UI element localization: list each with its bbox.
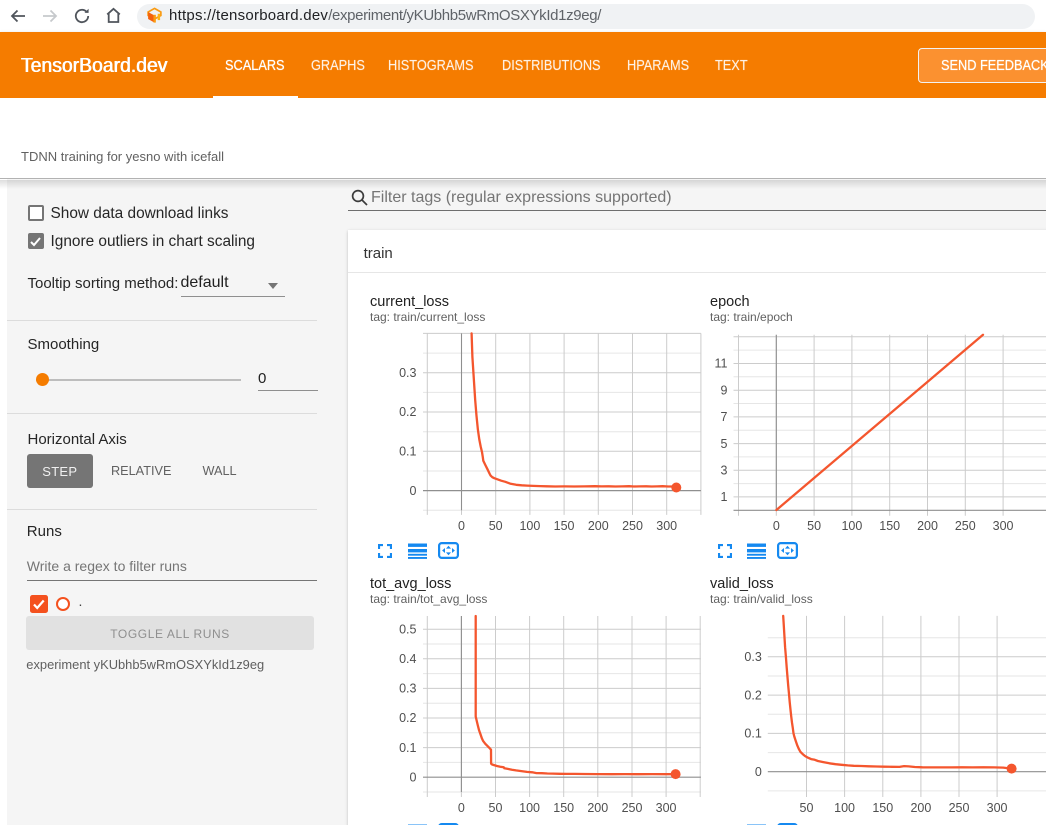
svg-text:100: 100	[519, 519, 540, 533]
svg-text:0.3: 0.3	[399, 366, 416, 380]
svg-text:300: 300	[656, 801, 677, 815]
svg-text:100: 100	[519, 801, 540, 815]
svg-text:0.4: 0.4	[399, 652, 416, 666]
svg-text:200: 200	[588, 519, 609, 533]
svg-text:250: 250	[955, 519, 976, 533]
svg-text:200: 200	[917, 519, 938, 533]
svg-text:9: 9	[721, 383, 728, 397]
svg-text:3: 3	[721, 463, 728, 477]
svg-text:200: 200	[587, 801, 608, 815]
svg-text:1: 1	[721, 490, 728, 504]
svg-text:0.5: 0.5	[399, 622, 416, 636]
svg-text:50: 50	[489, 801, 503, 815]
svg-text:0.2: 0.2	[744, 688, 761, 702]
svg-text:200: 200	[910, 801, 931, 815]
svg-text:0.2: 0.2	[399, 711, 416, 725]
svg-text:50: 50	[489, 519, 503, 533]
svg-text:0.3: 0.3	[744, 650, 761, 664]
svg-text:11: 11	[715, 357, 728, 371]
svg-text:250: 250	[622, 801, 643, 815]
svg-text:100: 100	[834, 801, 855, 815]
svg-text:0: 0	[410, 484, 417, 498]
svg-text:50: 50	[807, 519, 821, 533]
svg-text:0.3: 0.3	[399, 682, 416, 696]
svg-text:150: 150	[879, 519, 900, 533]
svg-text:0.1: 0.1	[744, 727, 761, 741]
svg-text:150: 150	[553, 801, 574, 815]
svg-text:0: 0	[458, 801, 465, 815]
svg-text:50: 50	[800, 801, 814, 815]
svg-text:0: 0	[755, 765, 762, 779]
svg-text:0.1: 0.1	[399, 741, 416, 755]
svg-text:0: 0	[458, 519, 465, 533]
svg-text:300: 300	[656, 519, 677, 533]
svg-text:300: 300	[993, 519, 1014, 533]
svg-text:250: 250	[622, 519, 643, 533]
svg-text:100: 100	[841, 519, 862, 533]
svg-text:0.1: 0.1	[399, 445, 416, 459]
svg-text:7: 7	[721, 410, 728, 424]
svg-text:150: 150	[554, 519, 575, 533]
svg-text:5: 5	[721, 437, 728, 451]
svg-text:300: 300	[987, 801, 1008, 815]
svg-text:0: 0	[410, 770, 417, 784]
svg-text:0: 0	[773, 519, 780, 533]
svg-text:150: 150	[872, 801, 893, 815]
svg-text:250: 250	[949, 801, 970, 815]
svg-text:0.2: 0.2	[399, 405, 416, 419]
